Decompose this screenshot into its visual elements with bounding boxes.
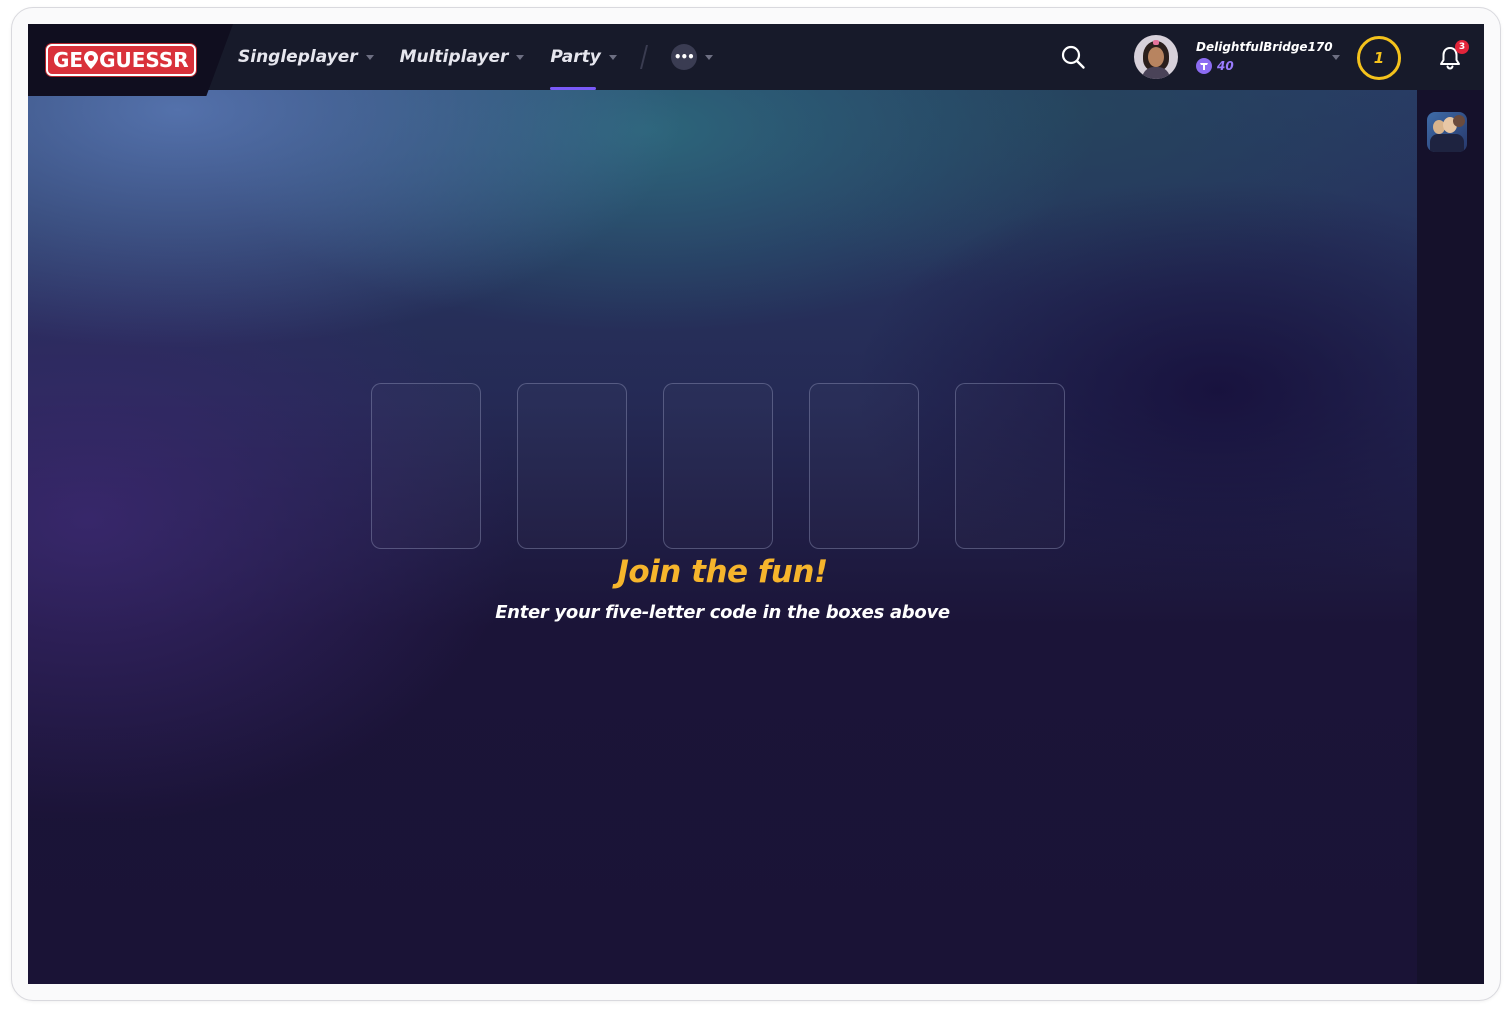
friends-avatar[interactable] <box>1427 112 1467 152</box>
friend-bodies <box>1430 134 1464 152</box>
chevron-down-icon <box>608 54 617 60</box>
level-badge[interactable]: 1 <box>1357 36 1401 80</box>
level-number: 1 <box>1373 49 1385 67</box>
logo-suffix: GUESSR <box>99 48 189 72</box>
avatar-face <box>1148 47 1164 67</box>
code-box-4[interactable] <box>809 383 919 549</box>
coin-count: 40 <box>1217 59 1234 73</box>
more-menu-button[interactable]: ••• <box>670 24 713 90</box>
code-box-2[interactable] <box>517 383 627 549</box>
right-side-panel <box>1417 90 1484 984</box>
user-info: DelightfulBridge170 40 <box>1196 40 1333 74</box>
avatar-body <box>1142 67 1170 79</box>
avatar-bow <box>1153 40 1159 45</box>
nav-singleplayer[interactable]: Singleplayer <box>238 24 374 90</box>
logo-prefix: GE <box>53 48 84 72</box>
chevron-down-icon <box>704 54 713 60</box>
nav-multiplayer-label: Multiplayer <box>399 47 509 67</box>
chevron-down-icon <box>365 54 374 60</box>
join-title: Join the fun! <box>617 554 828 590</box>
search-icon[interactable] <box>1060 44 1086 70</box>
code-box-1[interactable] <box>371 383 481 549</box>
main-background: Join the fun! Enter your five-letter cod… <box>28 90 1417 984</box>
notification-badge: 3 <box>1455 40 1469 54</box>
user-profile[interactable]: DelightfulBridge170 40 <box>1134 34 1333 80</box>
coin-icon <box>1196 58 1212 74</box>
more-icon: ••• <box>670 44 697 70</box>
username: DelightfulBridge170 <box>1196 40 1333 54</box>
active-tab-indicator <box>550 87 597 90</box>
join-subtitle: Enter your five-letter code in the boxes… <box>495 602 950 623</box>
app-viewport: Join the fun! Enter your five-letter cod… <box>28 24 1484 984</box>
avatar[interactable] <box>1134 35 1178 79</box>
main-nav: Singleplayer Multiplayer Party ••• <box>238 24 739 90</box>
geoguessr-logo[interactable]: GE GUESSR <box>46 44 196 76</box>
code-box-3[interactable] <box>663 383 773 549</box>
chevron-down-icon[interactable] <box>1332 55 1340 60</box>
chevron-down-icon <box>516 54 525 60</box>
friend-face-3 <box>1453 115 1465 127</box>
coin-balance: 40 <box>1196 58 1333 74</box>
nav-party[interactable]: Party <box>550 24 617 90</box>
pin-icon <box>84 51 99 69</box>
nav-multiplayer[interactable]: Multiplayer <box>400 24 525 90</box>
nav-singleplayer-label: Singleplayer <box>238 47 358 67</box>
nav-divider <box>639 45 648 69</box>
code-input-group <box>371 383 1065 549</box>
code-box-5[interactable] <box>955 383 1065 549</box>
top-navbar: GE GUESSR Singleplayer Multiplayer Party <box>28 24 1484 96</box>
nav-party-label: Party <box>550 47 601 67</box>
